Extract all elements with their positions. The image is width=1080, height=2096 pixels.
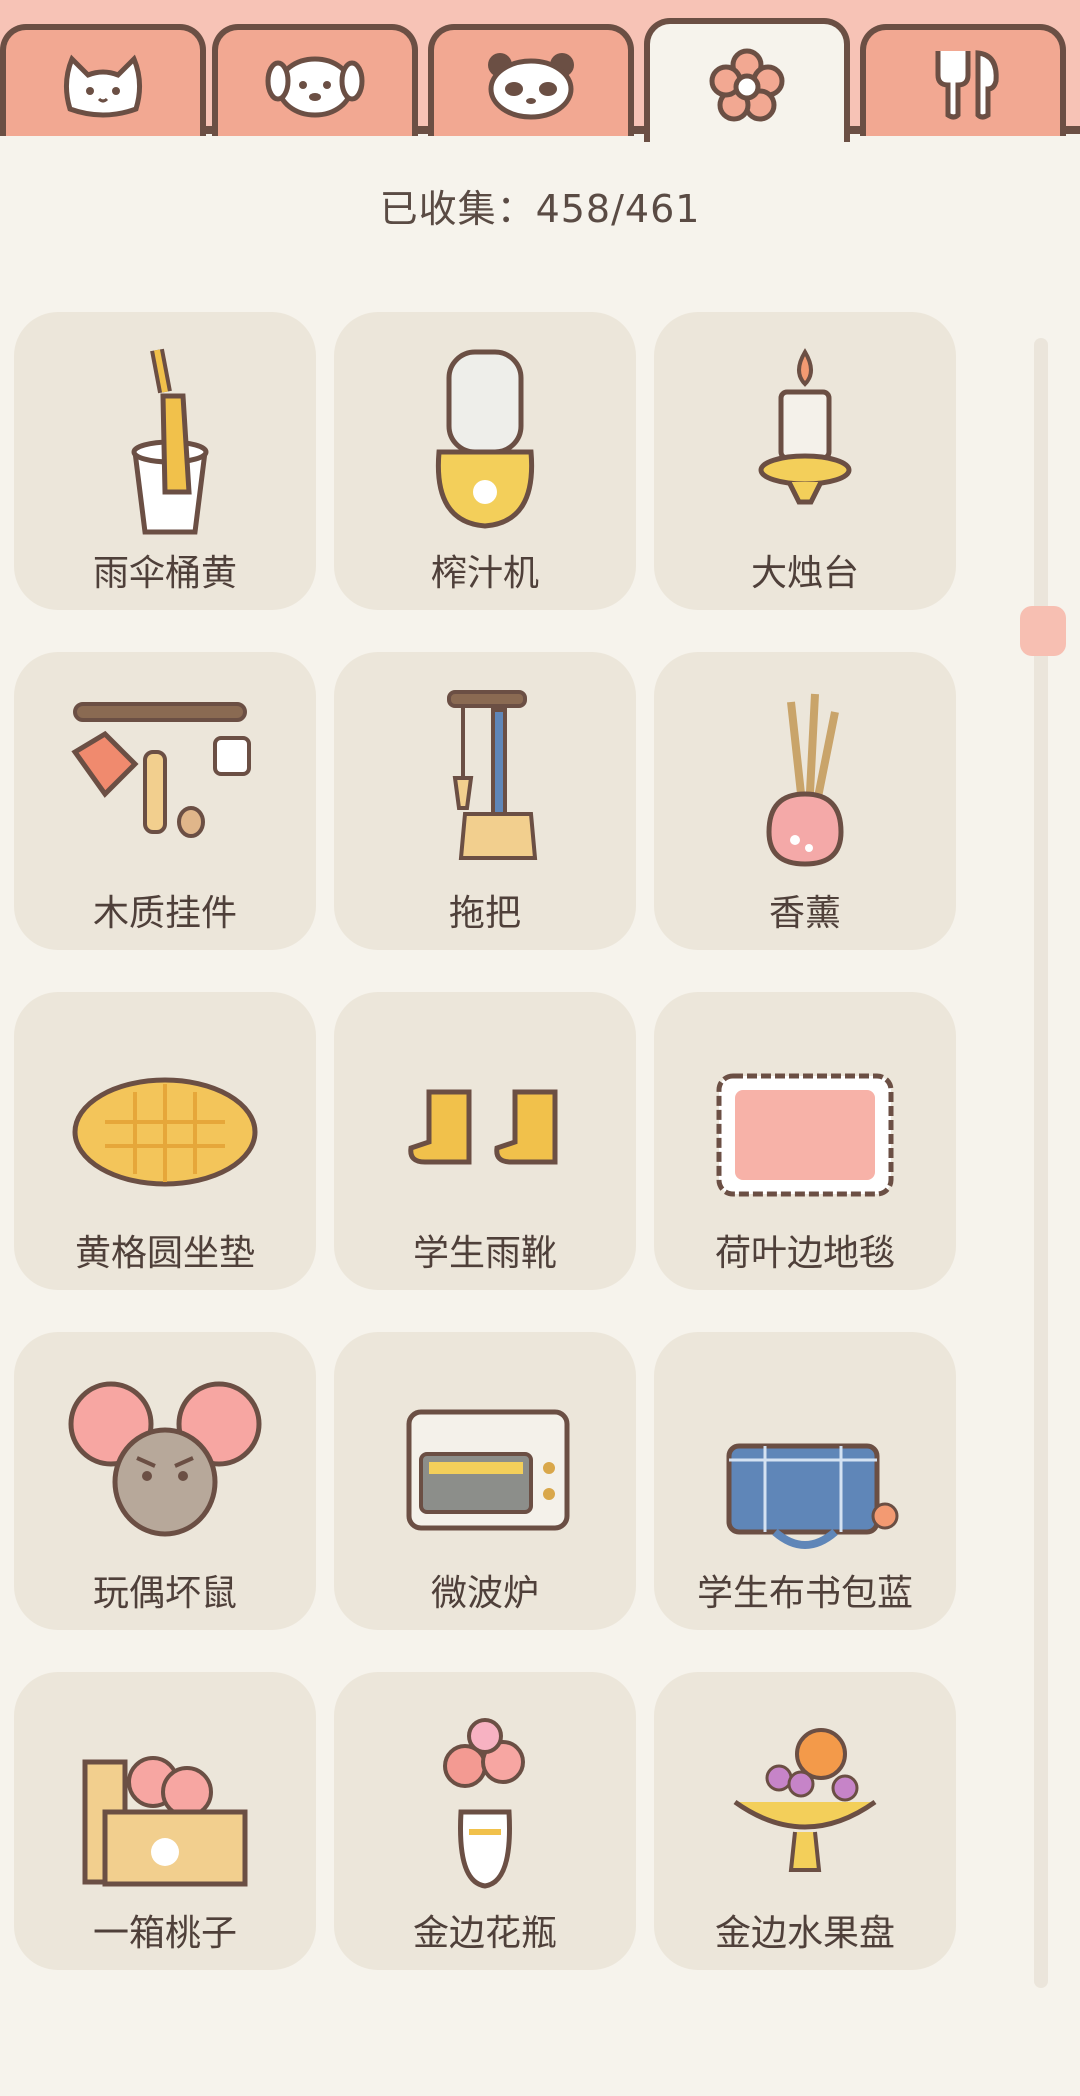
item-label: 香薰	[768, 893, 841, 934]
item-card[interactable]: 学生雨靴	[334, 992, 636, 1290]
item-label: 金边花瓶	[412, 1913, 557, 1954]
item-label: 微波炉	[430, 1573, 539, 1614]
item-card[interactable]: 玩偶坏鼠	[14, 1332, 316, 1630]
item-label: 大烛台	[750, 553, 859, 594]
item-card[interactable]: 金边水果盘	[654, 1672, 956, 1970]
item-card[interactable]: 荷叶边地毯	[654, 992, 956, 1290]
item-label: 木质挂件	[92, 893, 237, 934]
mop-icon	[447, 690, 538, 860]
tab-pandas[interactable]	[428, 24, 634, 136]
tab-cats[interactable]	[0, 24, 206, 136]
tab-furniture[interactable]	[644, 18, 850, 142]
rain-boots-icon	[408, 1089, 558, 1165]
mouse-doll-icon	[68, 1381, 262, 1537]
scrollbar-thumb[interactable]	[1020, 606, 1066, 656]
dog-face-icon	[265, 56, 365, 118]
round-cushion-icon	[72, 1077, 258, 1187]
item-label: 学生布书包蓝	[696, 1573, 913, 1614]
item-card[interactable]: 榨汁机	[334, 312, 636, 610]
panda-face-icon	[488, 53, 574, 120]
collection-count: 已收集：458/461	[379, 187, 701, 231]
utensils-icon	[935, 50, 999, 120]
umbrella-bucket-icon	[131, 348, 209, 535]
item-label: 黄格圆坐垫	[74, 1233, 255, 1274]
scrollbar-track[interactable]	[1034, 338, 1048, 1988]
flower-vase-icon	[443, 1718, 525, 1889]
candle-holder-icon	[758, 348, 852, 505]
item-card[interactable]: 微波炉	[334, 1332, 636, 1630]
wooden-hanger-icon	[71, 702, 251, 838]
cat-face-icon	[64, 54, 142, 118]
item-card[interactable]: 香薰	[654, 652, 956, 950]
microwave-icon	[406, 1409, 570, 1531]
item-label: 玩偶坏鼠	[92, 1573, 237, 1614]
incense-icon	[766, 693, 844, 867]
tab-dogs[interactable]	[212, 24, 418, 136]
category-tabs	[0, 18, 1080, 142]
item-card[interactable]: 一箱桃子	[14, 1672, 316, 1970]
item-card[interactable]: 雨伞桶黄	[14, 312, 316, 610]
item-label: 雨伞桶黄	[92, 553, 237, 594]
item-label: 荷叶边地毯	[714, 1233, 895, 1274]
flower-icon	[709, 48, 785, 122]
item-card[interactable]: 金边花瓶	[334, 1672, 636, 1970]
item-card[interactable]: 木质挂件	[14, 652, 316, 950]
ruffled-rug-icon	[716, 1073, 894, 1197]
item-card[interactable]: 黄格圆坐垫	[14, 992, 316, 1290]
item-label: 学生雨靴	[412, 1233, 557, 1274]
peach-box-icon	[82, 1756, 248, 1887]
item-label: 一箱桃子	[92, 1913, 237, 1954]
school-bag-icon	[726, 1443, 899, 1549]
item-label: 金边水果盘	[714, 1913, 895, 1954]
tab-food[interactable]	[860, 24, 1066, 136]
juicer-icon	[435, 349, 535, 529]
item-label: 榨汁机	[430, 553, 539, 594]
item-label: 拖把	[448, 893, 521, 934]
item-card[interactable]: 大烛台	[654, 312, 956, 610]
item-card[interactable]: 学生布书包蓝	[654, 1332, 956, 1630]
item-card[interactable]: 拖把	[334, 652, 636, 950]
fruit-plate-icon	[733, 1728, 877, 1872]
